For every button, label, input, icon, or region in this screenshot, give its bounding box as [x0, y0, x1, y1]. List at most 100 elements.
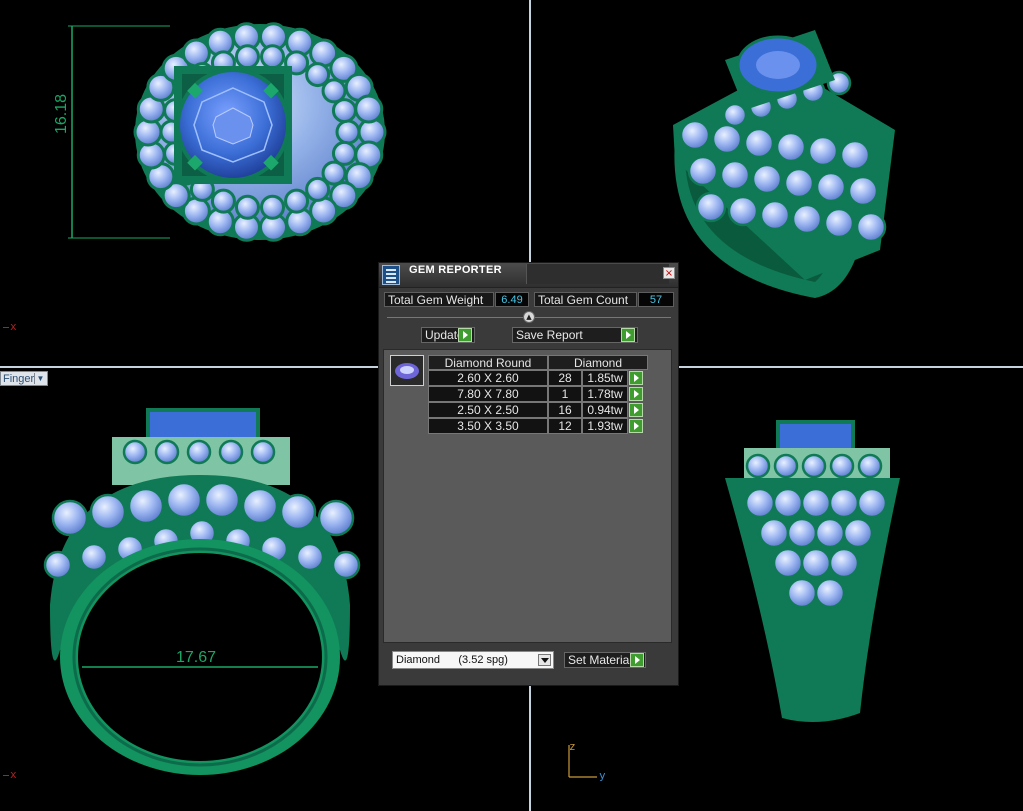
view-dropdown[interactable]: Finger ▼ — [0, 371, 48, 386]
pave-gem — [828, 547, 860, 579]
pave-gem — [154, 439, 180, 465]
viewport-perspective-view[interactable] — [665, 20, 905, 305]
pave-gem — [857, 453, 883, 479]
pave-gem — [186, 439, 212, 465]
axis-x-label: x — [3, 320, 17, 333]
update-button[interactable]: Update — [421, 327, 475, 343]
shape-column-header: Diamond Round — [428, 355, 548, 370]
pave-gem — [847, 175, 879, 207]
pave-gem — [210, 188, 236, 214]
cell-count: 12 — [548, 418, 582, 434]
pave-gem — [354, 94, 384, 124]
pave-gem — [260, 194, 286, 220]
play-icon — [630, 653, 644, 667]
play-icon[interactable] — [629, 403, 643, 417]
report-icon — [382, 265, 400, 285]
pave-gem — [335, 119, 361, 145]
viewport-top-view[interactable] — [50, 10, 390, 250]
axis-gizmo: z y — [563, 740, 613, 785]
collapse-icon[interactable]: ▲ — [523, 311, 535, 323]
pave-gem — [744, 487, 776, 519]
axis-y-label: y — [599, 769, 606, 781]
set-material-button[interactable]: Set Material — [564, 652, 646, 668]
pave-gem — [43, 550, 73, 580]
pave-gem — [122, 439, 148, 465]
pave-gem — [295, 542, 325, 572]
play-icon[interactable] — [629, 387, 643, 401]
pave-gem — [284, 188, 310, 214]
pave-gem — [711, 123, 743, 155]
pave-gem — [842, 517, 874, 549]
pave-gem — [800, 547, 832, 579]
pave-gem — [250, 439, 276, 465]
cell-count: 1 — [548, 386, 582, 402]
pave-gem — [317, 499, 355, 537]
close-button[interactable]: × — [663, 267, 675, 279]
play-icon[interactable] — [629, 419, 643, 433]
pave-gem — [165, 481, 203, 519]
cell-weight: 1.78tw — [582, 386, 628, 402]
pave-gem — [745, 453, 771, 479]
pave-gem — [775, 131, 807, 163]
panel-tab-area — [526, 264, 669, 284]
pave-gem — [814, 517, 846, 549]
pave-gem — [305, 176, 331, 202]
cell-size: 3.50 X 3.50 — [428, 418, 548, 434]
axis-x-label: x — [3, 768, 17, 781]
cell-count: 28 — [548, 370, 582, 386]
pave-gem — [331, 98, 357, 124]
pave-gem — [786, 517, 818, 549]
pave-gem — [241, 487, 279, 525]
gem-list[interactable]: Diamond Round Diamond 2.60 X 2.60 28 1.85t… — [383, 349, 672, 643]
pave-gem — [727, 195, 759, 227]
viewport-front-view[interactable] — [40, 405, 370, 785]
pave-gem — [800, 487, 832, 519]
pave-gem — [828, 487, 860, 519]
panel-title-bar[interactable]: GEM REPORTER × — [379, 263, 678, 288]
pave-gem — [127, 487, 165, 525]
set-material-button-label: Set Material — [568, 653, 633, 667]
axis-z-label: z — [569, 741, 576, 753]
cell-weight: 0.94tw — [582, 402, 628, 418]
chevron-down-icon — [538, 654, 551, 666]
play-icon — [458, 328, 472, 342]
pave-gem — [722, 102, 748, 128]
viewport-side-view[interactable] — [720, 418, 905, 728]
total-gem-count-label: Total Gem Count — [534, 292, 637, 307]
cell-size: 2.50 X 2.50 — [428, 402, 548, 418]
pave-gem — [814, 577, 846, 609]
pave-gem — [783, 167, 815, 199]
pave-gem — [786, 577, 818, 609]
save-report-button[interactable]: Save Report — [512, 327, 638, 343]
pave-gem — [801, 453, 827, 479]
play-icon — [621, 328, 635, 342]
pave-gem — [679, 119, 711, 151]
panel-title: GEM REPORTER — [409, 264, 502, 276]
pave-gem — [807, 135, 839, 167]
play-icon[interactable] — [629, 371, 643, 385]
pave-gem — [51, 499, 89, 537]
view-dropdown-value: Finger — [3, 373, 35, 385]
total-gem-count-value: 57 — [638, 292, 674, 307]
pave-gem — [855, 211, 887, 243]
pave-gem — [695, 191, 727, 223]
pave-gem — [743, 127, 775, 159]
pave-gem — [829, 453, 855, 479]
pave-gem — [218, 439, 244, 465]
pave-gem — [773, 453, 799, 479]
pave-gem — [234, 194, 260, 220]
dimension-width-label: 17.67 — [176, 649, 217, 666]
pave-gem — [791, 203, 823, 235]
pave-gem — [279, 493, 317, 531]
pave-gem — [234, 44, 260, 70]
total-gem-weight-label: Total Gem Weight — [384, 292, 494, 307]
chevron-down-icon: ▼ — [34, 373, 46, 384]
material-select-value: Diamond (3.52 spg) — [396, 654, 508, 666]
total-gem-weight-value: 6.49 — [495, 292, 529, 307]
save-report-button-label: Save Report — [516, 328, 583, 342]
pave-gem — [823, 207, 855, 239]
pave-gem — [751, 163, 783, 195]
pave-gem — [79, 542, 109, 572]
material-select[interactable]: Diamond (3.52 spg) — [392, 651, 554, 669]
pave-gem — [89, 493, 127, 531]
